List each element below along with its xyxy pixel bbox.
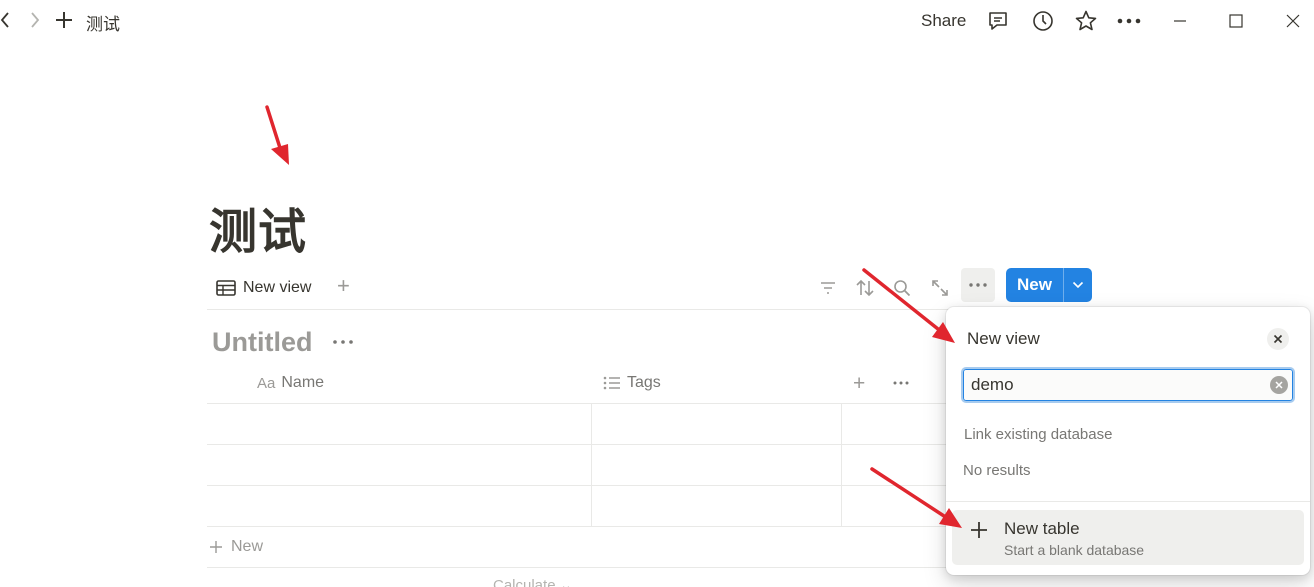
database-title[interactable]: Untitled (212, 327, 313, 358)
list-icon (603, 376, 620, 390)
column-label: Tags (627, 374, 661, 391)
view-more-options-icon[interactable] (961, 268, 995, 302)
divider (946, 501, 1310, 502)
search-icon[interactable] (889, 275, 915, 301)
column-header-tags[interactable]: Tags (603, 374, 661, 392)
new-table-option[interactable]: New table Start a blank database (952, 510, 1304, 565)
back-arrow-icon[interactable] (0, 8, 16, 32)
new-record-button[interactable]: New (1006, 268, 1064, 302)
breadcrumb-page-title[interactable]: 测试 (86, 10, 120, 35)
search-field-wrapper (961, 367, 1295, 403)
no-results-text: No results (963, 462, 1031, 479)
view-tab-label: New view (243, 279, 312, 296)
database-more-icon[interactable] (330, 332, 356, 352)
filter-icon[interactable] (815, 275, 841, 301)
table-header: Aa Name Tags + (207, 364, 947, 404)
window-minimize-icon[interactable] (1166, 7, 1194, 35)
clear-search-icon[interactable] (1270, 376, 1288, 394)
sort-icon[interactable] (852, 275, 878, 301)
calculate-button[interactable]: Calculate ⌄ (493, 576, 572, 587)
window-maximize-icon[interactable] (1222, 7, 1250, 35)
option-description: Start a blank database (1004, 542, 1145, 558)
add-column-plus-icon[interactable]: + (853, 372, 865, 396)
chevron-down-icon[interactable] (1064, 268, 1092, 302)
add-row-button[interactable]: New (209, 538, 263, 556)
page-title[interactable]: 测试 (209, 192, 307, 262)
plus-icon (210, 541, 222, 553)
text-aa-icon: Aa (257, 374, 276, 392)
column-header-name[interactable]: Aa Name (257, 374, 324, 392)
annotation-arrow-icon (265, 105, 289, 165)
favorite-star-icon[interactable] (1072, 7, 1100, 35)
option-label: New table (1004, 519, 1080, 538)
top-bar: 测试 Share (0, 0, 1314, 42)
add-view-plus-icon[interactable]: + (337, 275, 350, 297)
new-button-group: New (1006, 268, 1092, 302)
window-close-icon[interactable] (1279, 7, 1307, 35)
new-page-plus-icon[interactable] (53, 8, 75, 32)
divider (207, 567, 947, 568)
section-label: Link existing database (964, 426, 1113, 443)
database-table: Aa Name Tags + (207, 364, 947, 527)
table-row[interactable] (207, 445, 947, 486)
table-row[interactable] (207, 486, 947, 527)
close-icon[interactable] (1267, 328, 1289, 350)
table-row[interactable] (207, 404, 947, 445)
table-view-icon (216, 280, 236, 296)
popup-title: New view (967, 329, 1040, 348)
column-more-icon[interactable] (893, 381, 909, 385)
comment-icon[interactable] (984, 7, 1012, 35)
new-view-popup: New view Link existing database No resul… (946, 307, 1310, 575)
more-options-icon[interactable] (1115, 7, 1143, 35)
search-input[interactable] (971, 373, 1261, 397)
history-clock-icon[interactable] (1029, 7, 1057, 35)
add-row-label: New (231, 538, 264, 555)
expand-icon[interactable] (927, 275, 953, 301)
share-button[interactable]: Share (921, 11, 966, 31)
forward-arrow-icon[interactable] (24, 8, 46, 32)
column-label: Name (281, 374, 325, 391)
view-toolbar: New view + New (207, 266, 1093, 310)
view-tab-new-view[interactable]: New view (216, 276, 311, 300)
plus-icon (967, 518, 991, 542)
